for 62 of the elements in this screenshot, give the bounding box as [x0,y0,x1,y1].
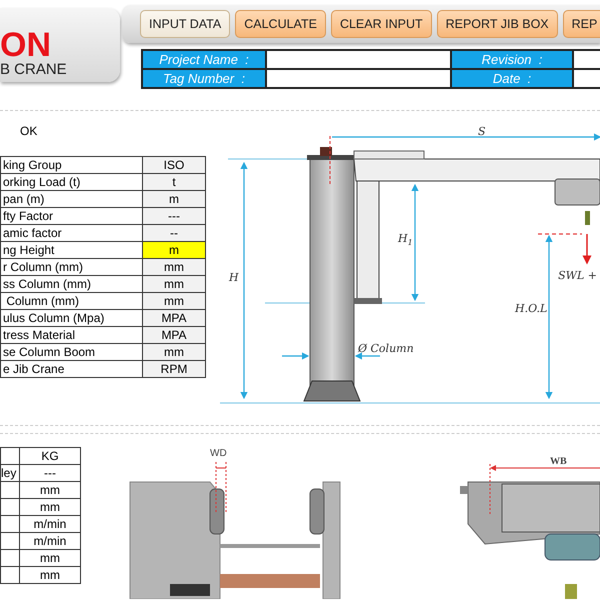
toolbar-button[interactable]: CLEAR INPUT [330,10,432,38]
table-cell: r Column (mm) [0,258,142,276]
table-cell: ss Column (mm) [0,276,142,292]
toolbar-button[interactable]: INPUT DATA [140,10,230,38]
table-cell: pan (m) [0,190,142,208]
table-cell: m/min [20,516,80,532]
table-cell: ng Height [0,242,142,258]
table-cell: mm [20,482,80,498]
hook-height-label: H.O.L [515,302,548,315]
table-cell: -- [142,224,206,242]
table-cell: mm [20,498,80,516]
table-cell: fty Factor [0,208,142,224]
height-label: H [229,271,239,284]
table-cell: m [142,242,206,258]
toolbar-button[interactable]: CALCULATE [235,10,326,38]
table-cell: m [142,190,206,208]
table-cell: ulus Column (Mpa) [0,310,142,326]
table-cell: RPM [142,360,206,378]
status-text: OK [20,124,38,140]
load-arrow [582,234,592,264]
toolbar-button[interactable]: REP [562,10,600,38]
load-label: SWL + [558,269,597,282]
table-cell: ley [1,466,16,480]
table-cell: MPA [142,326,206,344]
table-cell: amic factor [0,224,142,242]
field-label: Tag Number : [142,69,266,88]
wheel-width-label: WD [210,448,227,459]
field-label: Date : [451,69,573,88]
table-cell: mm [142,258,206,276]
logo-subtitle: B CRANE [0,62,67,78]
input-field[interactable] [266,50,451,69]
table-cell: t [142,174,206,190]
column-label: Ø Column [358,342,414,355]
table-cell: king Group [0,156,142,174]
hoist-drawing [554,178,600,225]
wheel-base-label: WB [550,456,567,467]
left-arrow [282,352,310,360]
table-cell: m/min [20,532,80,550]
table-cell: MPA [142,310,206,326]
span-label: S [478,125,486,138]
field-label: Revision : [451,50,573,69]
wheel-width-marker [216,462,226,514]
table-cell: orking Load (t) [0,174,142,190]
boom-height-label: H$_{1}$ [398,232,413,247]
table-cell: mm [20,550,80,566]
table-cell: --- [142,208,206,224]
field-label: Project Name : [142,50,266,69]
table-cell: Column (mm) [0,292,142,310]
toolbar-button[interactable]: REPORT JIB BOX [436,10,558,38]
table-cell: mm [142,292,206,310]
table-cell: se Column Boom [0,344,142,360]
logo-title: ON [0,28,51,62]
table-cell: mm [142,276,206,292]
table-cell: e Jib Crane [0,360,142,378]
input-field[interactable] [266,69,451,88]
table-cell: ISO [142,156,206,174]
table-cell: --- [20,464,80,482]
table-cell: KG [20,448,80,464]
table-cell: mm [142,344,206,360]
table-cell: tress Material [0,326,142,344]
table-cell: mm [20,566,80,584]
right-arrow [354,352,380,360]
